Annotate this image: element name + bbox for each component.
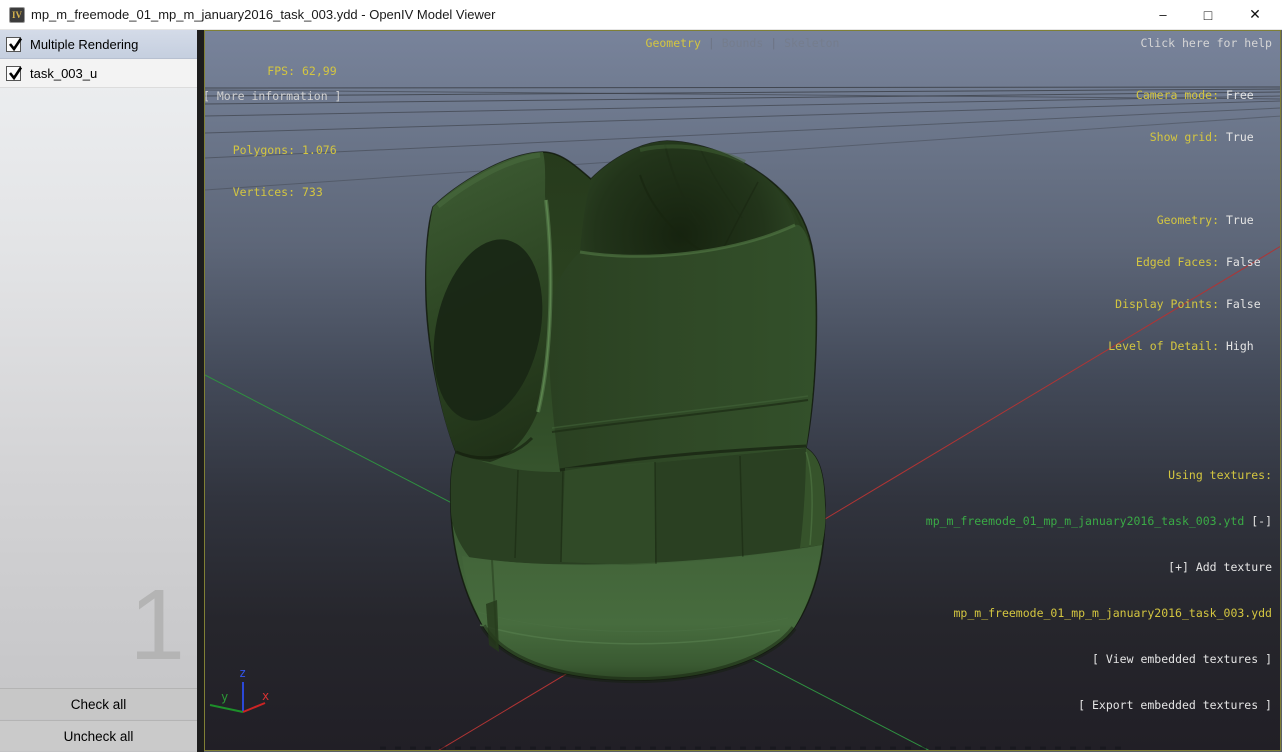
- show-grid-label: Show grid:: [1149, 130, 1219, 144]
- level-of-detail-value: High: [1226, 339, 1254, 353]
- tab-bounds[interactable]: Bounds: [722, 36, 764, 50]
- using-textures-header: Using textures:: [1168, 468, 1272, 482]
- camera-mode-value: Free: [1226, 88, 1254, 102]
- checkbox-task-003-u[interactable]: [6, 65, 23, 81]
- fps-row: FPS: 62,99: [231, 64, 337, 78]
- checkmark-icon: [8, 66, 23, 80]
- 3d-viewport[interactable]: z y x FPS: 62,99 Polygons: 1.076 Vertice…: [203, 30, 1281, 751]
- openiv-app-icon: IV: [9, 7, 25, 23]
- list-item-task-003-u[interactable]: task_003_u: [0, 59, 197, 88]
- more-information-link[interactable]: [ More information ]: [203, 89, 341, 103]
- edged-faces-value: False: [1226, 255, 1261, 269]
- polygons-value: 1.076: [302, 143, 337, 157]
- geometry-label: Geometry:: [1156, 213, 1219, 227]
- export-embedded-textures-button[interactable]: [ Export embedded textures ]: [926, 696, 1272, 714]
- vertices-label: Vertices:: [232, 185, 295, 199]
- edged-faces-row[interactable]: Edged Faces: False: [1107, 255, 1272, 269]
- gizmo-x-axis: [242, 702, 266, 713]
- svg-text:z: z: [239, 666, 246, 680]
- remove-texture-button[interactable]: [-]: [1251, 514, 1272, 528]
- help-link[interactable]: Click here for help: [1140, 36, 1272, 50]
- polygons-row: Polygons: 1.076: [231, 143, 337, 157]
- stats-overlay: FPS: 62,99 Polygons: 1.076 Vertices: 733: [231, 36, 337, 227]
- level-of-detail-row[interactable]: Level of Detail: High: [1107, 339, 1272, 353]
- level-of-detail-label: Level of Detail:: [1108, 339, 1219, 353]
- texture-file-row: mp_m_freemode_01_mp_m_january2016_task_0…: [926, 512, 1272, 530]
- display-points-label: Display Points:: [1115, 297, 1219, 311]
- vest-model: [425, 140, 826, 684]
- checkmark-icon: [8, 37, 23, 51]
- close-button[interactable]: ✕: [1239, 0, 1271, 29]
- maximize-button[interactable]: □: [1192, 0, 1224, 29]
- near-grid-marks: [380, 746, 1130, 750]
- check-all-button[interactable]: Check all: [0, 688, 197, 719]
- fps-value: 62,99: [302, 64, 337, 78]
- camera-mode-row[interactable]: Camera mode: Free: [1107, 88, 1272, 102]
- checkbox-multiple-rendering[interactable]: [6, 36, 23, 52]
- model-list-sidebar: Multiple Rendering task_003_u 1 Check al…: [0, 30, 197, 752]
- view-embedded-textures-button[interactable]: [ View embedded textures ]: [926, 650, 1272, 668]
- svg-text:y: y: [221, 690, 228, 704]
- svg-text:x: x: [262, 689, 269, 703]
- geometry-row[interactable]: Geometry: True: [1107, 213, 1272, 227]
- camera-settings-overlay: Camera mode: Free Show grid: True Geomet…: [1107, 60, 1272, 381]
- axis-gizmo: z y x: [209, 666, 269, 713]
- title-bar[interactable]: IV mp_m_freemode_01_mp_m_january2016_tas…: [0, 0, 1282, 30]
- gizmo-y-axis: [209, 704, 244, 713]
- add-texture-button[interactable]: [+] Add texture: [926, 558, 1272, 576]
- fps-label: FPS:: [267, 64, 295, 78]
- camera-mode-label: Camera mode:: [1135, 88, 1219, 102]
- polygons-label: Polygons:: [232, 143, 295, 157]
- display-points-row[interactable]: Display Points: False: [1107, 297, 1272, 311]
- render-mode-tabs: Geometry | Bounds | Skeleton: [205, 36, 1280, 50]
- tab-skeleton[interactable]: Skeleton: [784, 36, 839, 50]
- window-title: mp_m_freemode_01_mp_m_january2016_task_0…: [31, 7, 496, 22]
- page-number-watermark: 1: [129, 569, 185, 681]
- list-item-multiple-rendering[interactable]: Multiple Rendering: [0, 30, 197, 59]
- vertices-value: 733: [302, 185, 323, 199]
- list-item-label: Multiple Rendering: [30, 36, 139, 52]
- sidebar-viewport-divider: [197, 30, 204, 752]
- list-item-label: task_003_u: [30, 65, 98, 81]
- model-file-name: mp_m_freemode_01_mp_m_january2016_task_0…: [953, 606, 1273, 620]
- textures-panel: Using textures: mp_m_freemode_01_mp_m_ja…: [926, 438, 1272, 742]
- edged-faces-label: Edged Faces:: [1135, 255, 1219, 269]
- texture-file-name: mp_m_freemode_01_mp_m_january2016_task_0…: [925, 514, 1245, 528]
- minimize-button[interactable]: –: [1147, 0, 1179, 29]
- tab-separator: |: [707, 36, 715, 50]
- geometry-value: True: [1226, 213, 1254, 227]
- show-grid-value: True: [1226, 130, 1254, 144]
- openiv-model-viewer-window: IV mp_m_freemode_01_mp_m_january2016_tas…: [0, 0, 1282, 752]
- uncheck-all-button[interactable]: Uncheck all: [0, 720, 197, 751]
- display-points-value: False: [1226, 297, 1261, 311]
- vertices-row: Vertices: 733: [231, 185, 337, 199]
- tab-geometry[interactable]: Geometry: [646, 36, 701, 50]
- show-grid-row[interactable]: Show grid: True: [1107, 130, 1272, 144]
